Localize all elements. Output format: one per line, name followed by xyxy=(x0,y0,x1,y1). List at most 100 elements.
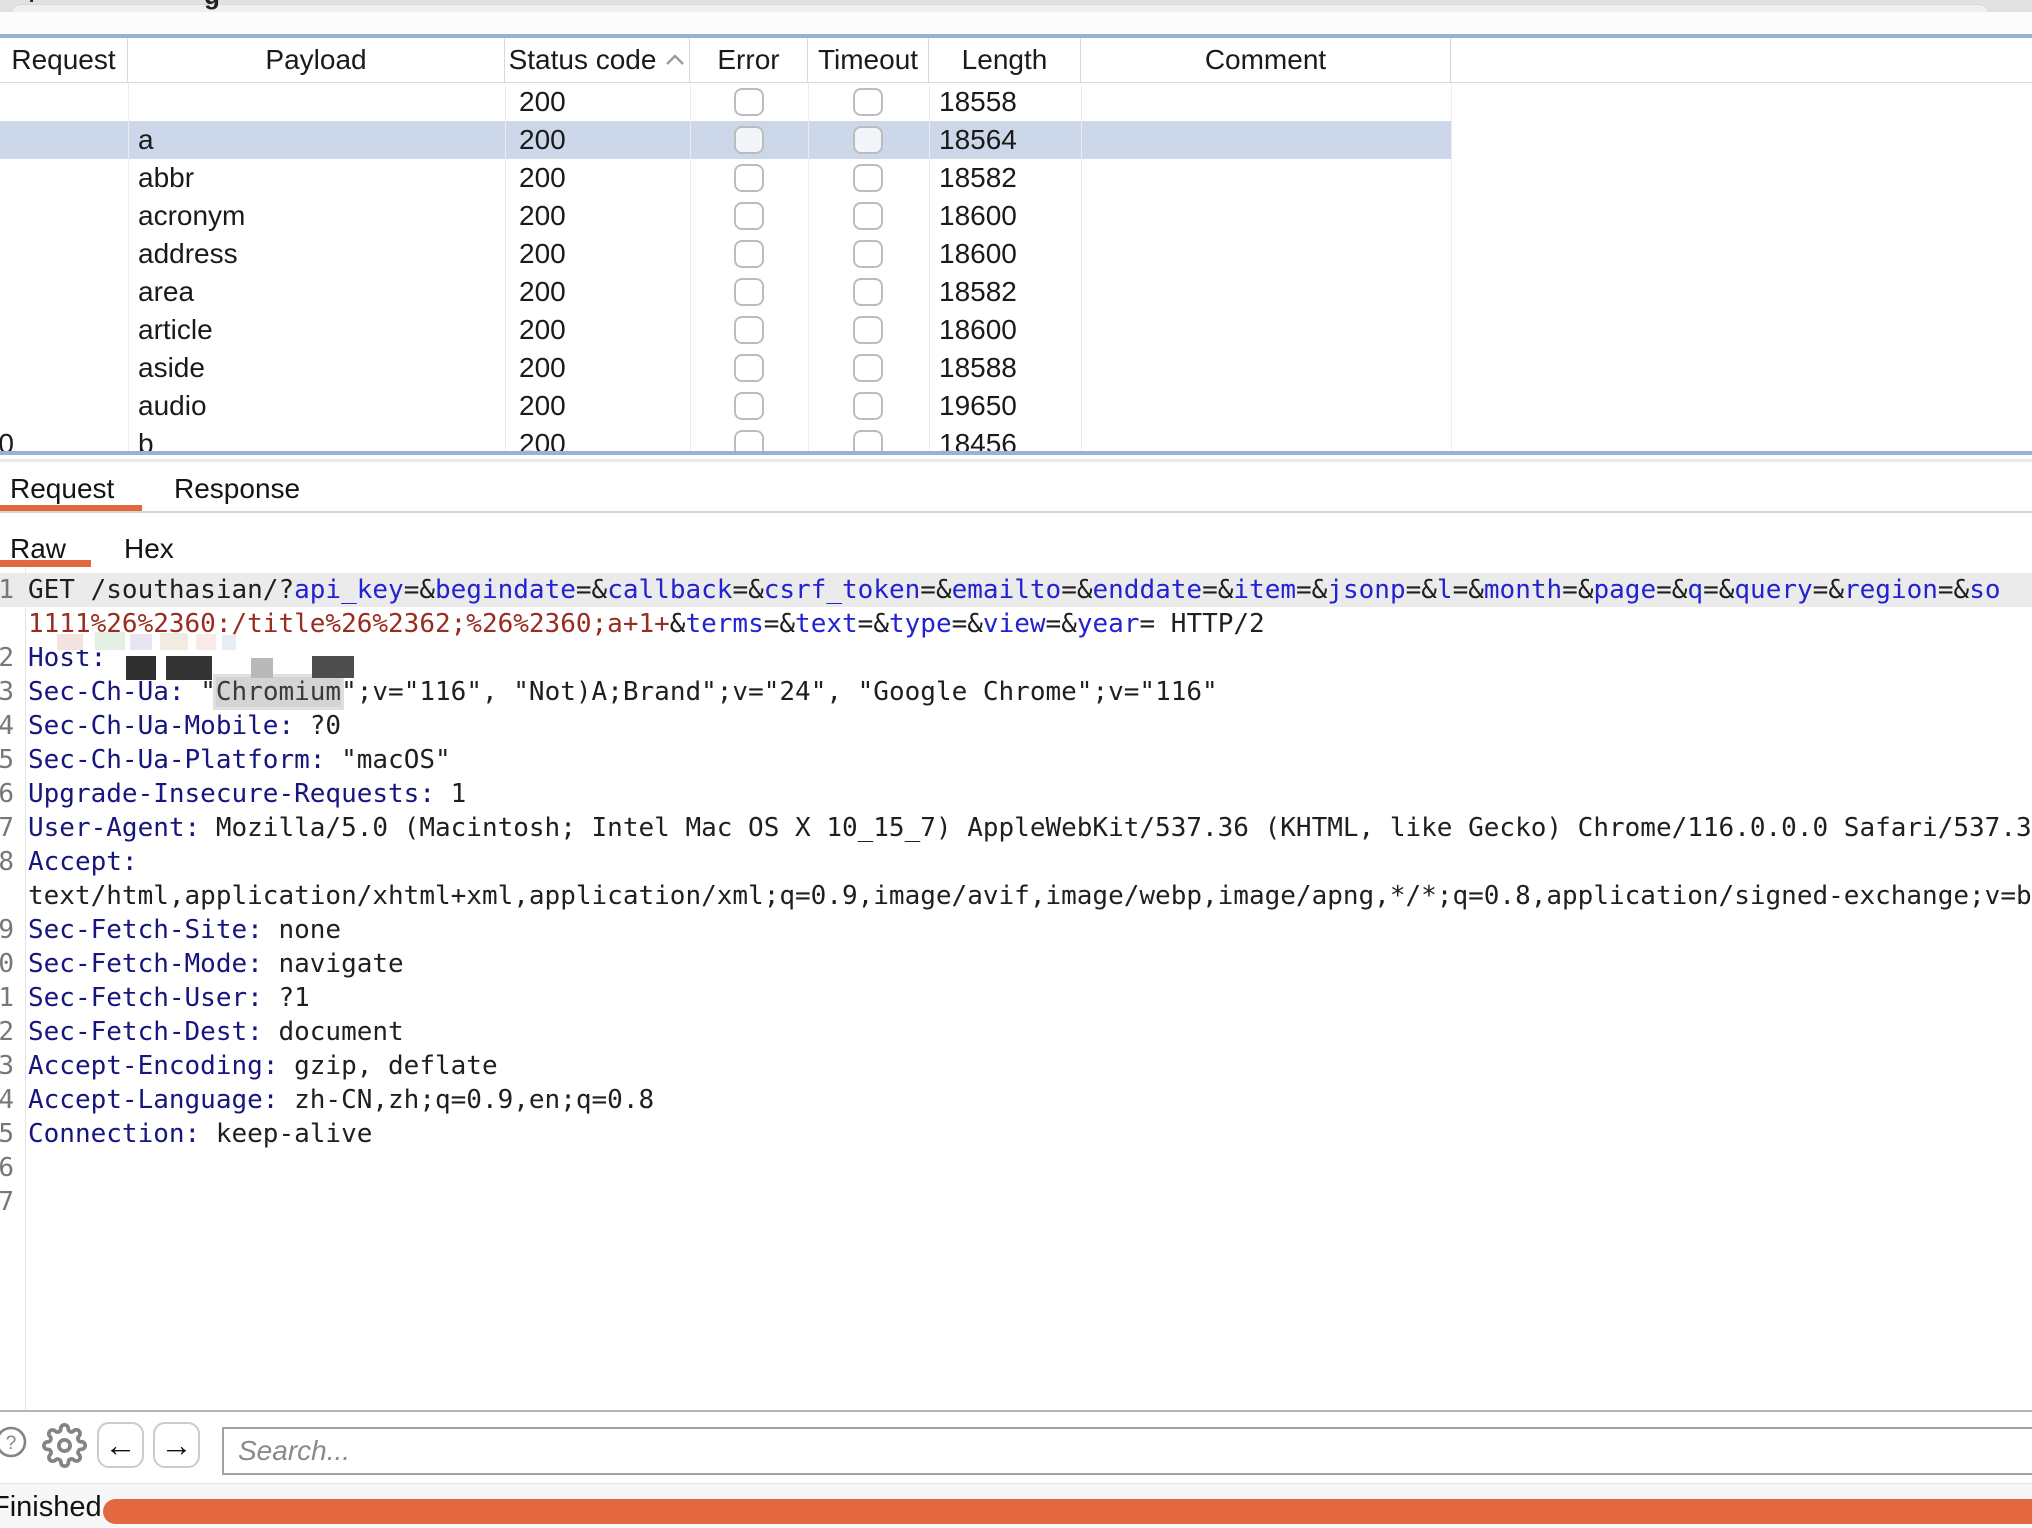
comment-cell xyxy=(1091,349,1441,387)
error-checkbox[interactable] xyxy=(734,316,764,344)
status-code-cell: 200 xyxy=(519,273,679,311)
column-header-length[interactable]: Length xyxy=(929,38,1081,82)
error-checkbox[interactable] xyxy=(734,392,764,420)
left-arrow-icon: ← xyxy=(105,1427,137,1463)
timeout-checkbox[interactable] xyxy=(853,126,883,154)
error-checkbox[interactable] xyxy=(734,88,764,116)
comment-cell xyxy=(1091,235,1441,273)
editor-line: 1111%26%2360:/title%26%2362;%26%2360;a+1… xyxy=(0,607,2032,641)
length-cell: 18600 xyxy=(939,197,1074,235)
error-checkbox[interactable] xyxy=(734,430,764,451)
result-row[interactable]: aside20018588 xyxy=(0,349,1451,387)
column-header-status-code[interactable]: Status code xyxy=(505,38,690,82)
error-checkbox[interactable] xyxy=(734,278,764,306)
timeout-checkbox[interactable] xyxy=(853,164,883,192)
error-checkbox[interactable] xyxy=(734,354,764,382)
splitter[interactable] xyxy=(0,459,2032,462)
timeout-checkbox[interactable] xyxy=(853,88,883,116)
column-label: Comment xyxy=(1205,38,1326,82)
line-text: GET /southasian/?api_key=&begindate=&cal… xyxy=(28,573,2001,607)
censor-block xyxy=(166,656,212,680)
column-header-timeout[interactable]: Timeout xyxy=(808,38,929,82)
result-row[interactable]: 10b20018456 xyxy=(0,425,1451,451)
editor-line: 10Sec-Fetch-Mode: navigate xyxy=(0,947,2032,981)
line-text: Sec-Fetch-Dest: document xyxy=(28,1015,404,1049)
raw-request-editor[interactable]: 1GET /southasian/?api_key=&begindate=&ca… xyxy=(0,567,2032,1410)
result-row[interactable]: acronym20018600 xyxy=(0,197,1451,235)
line-number: 13 xyxy=(0,1049,14,1083)
editor-line: 7User-Agent: Mozilla/5.0 (Macintosh; Int… xyxy=(0,811,2032,845)
top-gap xyxy=(0,12,2032,34)
result-row[interactable]: area20018582 xyxy=(0,273,1451,311)
editor-line: 11Sec-Fetch-User: ?1 xyxy=(0,981,2032,1015)
request-number-cell xyxy=(0,159,14,197)
result-row[interactable]: a20018564 xyxy=(0,121,1451,159)
search-input[interactable] xyxy=(222,1427,2032,1475)
length-cell: 18564 xyxy=(939,121,1074,159)
length-cell: 18600 xyxy=(939,235,1074,273)
line-text: Sec-Fetch-Mode: navigate xyxy=(28,947,404,981)
column-header-comment[interactable]: Comment xyxy=(1081,38,1451,82)
comment-cell xyxy=(1091,425,1441,451)
editor-line: 9Sec-Fetch-Site: none xyxy=(0,913,2032,947)
result-row[interactable]: address20018600 xyxy=(0,235,1451,273)
line-text: Upgrade-Insecure-Requests: 1 xyxy=(28,777,466,811)
timeout-checkbox[interactable] xyxy=(853,392,883,420)
column-header-payload[interactable]: Payload xyxy=(128,38,505,82)
timeout-checkbox[interactable] xyxy=(853,316,883,344)
timeout-checkbox[interactable] xyxy=(853,354,883,382)
column-label: Timeout xyxy=(818,38,918,82)
payload-cell: abbr xyxy=(138,159,498,197)
result-row[interactable]: article20018600 xyxy=(0,311,1451,349)
error-checkbox[interactable] xyxy=(734,240,764,268)
gear-icon xyxy=(42,1423,87,1468)
column-header-error[interactable]: Error xyxy=(690,38,808,82)
censor-block xyxy=(130,634,152,650)
timeout-checkbox[interactable] xyxy=(853,202,883,230)
editor-line: 5Sec-Ch-Ua-Platform: "macOS" xyxy=(0,743,2032,777)
error-checkbox[interactable] xyxy=(734,126,764,154)
help-button[interactable]: ? xyxy=(0,1426,27,1458)
column-header-request[interactable]: Request xyxy=(0,38,128,82)
request-number-cell xyxy=(0,311,14,349)
length-cell: 18600 xyxy=(939,311,1074,349)
tab-request[interactable]: Request xyxy=(10,473,114,505)
timeout-checkbox[interactable] xyxy=(853,240,883,268)
timeout-checkbox[interactable] xyxy=(853,430,883,451)
settings-button[interactable] xyxy=(42,1423,87,1468)
result-row[interactable]: 20018558 xyxy=(0,83,1451,121)
line-text: Accept-Encoding: gzip, deflate xyxy=(28,1049,498,1083)
search-toolbar: ? ← → xyxy=(0,1412,2032,1483)
view-tabs: Raw Hex xyxy=(0,529,2032,567)
censor-block xyxy=(57,634,83,650)
line-text: Connection: keep-alive xyxy=(28,1117,372,1151)
censor-block xyxy=(95,632,125,650)
status-code-cell: 200 xyxy=(519,197,679,235)
line-number: 15 xyxy=(0,1117,14,1151)
payload-cell: aside xyxy=(138,349,498,387)
error-checkbox[interactable] xyxy=(734,202,764,230)
column-separator xyxy=(128,83,129,451)
comment-cell xyxy=(1091,311,1441,349)
comment-cell xyxy=(1091,83,1441,121)
previous-match-button[interactable]: ← xyxy=(97,1422,144,1468)
comment-cell xyxy=(1091,121,1441,159)
line-number: 11 xyxy=(0,981,14,1015)
result-row[interactable]: audio20019650 xyxy=(0,387,1451,425)
editor-line: 6Upgrade-Insecure-Requests: 1 xyxy=(0,777,2032,811)
editor-line: 17 xyxy=(0,1185,2032,1219)
tab-hex[interactable]: Hex xyxy=(124,533,174,565)
result-row[interactable]: abbr20018582 xyxy=(0,159,1451,197)
timeout-checkbox[interactable] xyxy=(853,278,883,306)
length-cell: 18582 xyxy=(939,273,1074,311)
length-cell: 18456 xyxy=(939,425,1074,451)
error-checkbox[interactable] xyxy=(734,164,764,192)
request-number-cell xyxy=(0,349,14,387)
status-code-cell: 200 xyxy=(519,83,679,121)
censor-block xyxy=(126,656,156,680)
editor-line: 8Accept: xyxy=(0,845,2032,879)
next-match-button[interactable]: → xyxy=(153,1422,200,1468)
request-number-cell xyxy=(0,83,14,121)
line-number: 16 xyxy=(0,1151,14,1185)
tab-response[interactable]: Response xyxy=(174,473,300,505)
